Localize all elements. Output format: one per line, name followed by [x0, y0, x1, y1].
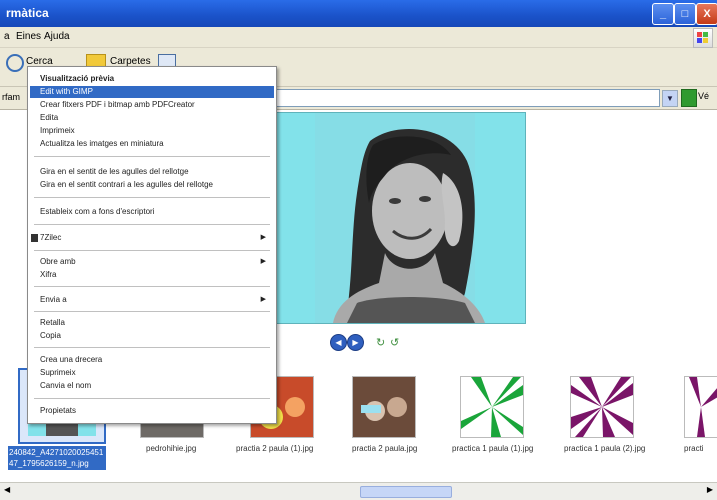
search-icon[interactable]	[6, 54, 24, 72]
thumbnail-caption[interactable]: practia 2 paula.jpg	[352, 444, 417, 453]
thumbnail-caption[interactable]: practica 1 paula (2).jpg	[564, 444, 645, 453]
menu-bar: a Eines Ajuda	[0, 27, 717, 48]
menu-item-rotate-counterclockwise[interactable]: Gira en el sentit contrari a les agulles…	[30, 179, 274, 191]
image-preview	[274, 112, 526, 324]
menu-separator	[34, 311, 270, 312]
menu-separator	[34, 156, 270, 157]
next-image-button[interactable]: ▶	[347, 334, 364, 351]
menu-separator	[34, 347, 270, 348]
menu-item-open-with-label: Obre amb	[40, 257, 76, 266]
window-title: rmàtica	[6, 6, 49, 20]
thumbnail-caption[interactable]: practia 2 paula (1).jpg	[236, 444, 313, 453]
thumbnail-caption[interactable]: practica 1 paula (1).jpg	[452, 444, 533, 453]
scrollbar-thumb[interactable]	[360, 486, 452, 498]
menu-item-edit[interactable]: Edita	[30, 112, 274, 124]
thumbnail-caption[interactable]: 240842_A4271020025451 47_1795626159_n.jp…	[8, 446, 106, 470]
menu-item-edit-with-gimp[interactable]: Edit with GIMP	[30, 86, 274, 98]
go-button[interactable]: Vé	[698, 91, 709, 101]
address-dropdown-icon[interactable]: ▼	[662, 90, 678, 107]
rotate-counterclockwise-icon[interactable]: ↺	[390, 336, 399, 349]
menu-item-rotate-clockwise[interactable]: Gira en el sentit de les agulles del rel…	[30, 166, 274, 178]
menu-item-cut[interactable]: Retalla	[30, 317, 274, 329]
address-input[interactable]	[274, 89, 660, 107]
menu-item-delete[interactable]: Suprimeix	[30, 367, 274, 379]
submenu-arrow-icon: ▶	[260, 258, 266, 265]
thumbnail[interactable]	[460, 376, 524, 438]
menu-item-send-to[interactable]: Envia a ▶	[30, 294, 274, 306]
7zip-icon	[31, 234, 38, 242]
menu-item-rename[interactable]: Canvia el nom	[30, 380, 274, 392]
menu-item-refresh-thumbnail[interactable]: Actualitza les imatges en miniatura	[30, 138, 274, 150]
menu-item-send-to-label: Envia a	[40, 295, 67, 304]
menu-separator	[34, 398, 270, 399]
thumbnail[interactable]	[570, 376, 634, 438]
scroll-left-icon[interactable]: ◀	[4, 485, 10, 494]
menu-separator	[34, 197, 270, 198]
address-label: rfam	[2, 92, 20, 102]
maximize-button[interactable]: □	[674, 3, 696, 25]
menu-item-open-with[interactable]: Obre amb ▶	[30, 256, 274, 268]
menu-item-copy[interactable]: Copia	[30, 330, 274, 342]
menu-item-properties[interactable]: Propietats	[30, 405, 274, 417]
previous-image-button[interactable]: ◀	[330, 334, 347, 351]
menu-item[interactable]: a	[4, 31, 10, 42]
thumbnail-caption[interactable]: practi	[684, 444, 704, 453]
menu-item-preview[interactable]: Visualització prèvia	[30, 73, 274, 85]
close-button[interactable]: X	[696, 3, 717, 25]
rotate-clockwise-icon[interactable]: ↻	[376, 336, 385, 349]
menu-item-print[interactable]: Imprimeix	[30, 125, 274, 137]
thumbnail[interactable]	[684, 376, 717, 438]
menu-separator	[34, 250, 270, 251]
context-menu: Visualització prèvia Edit with GIMP Crea…	[27, 66, 277, 424]
menu-item-create-shortcut[interactable]: Crea una drecera	[30, 354, 274, 366]
menu-item-7zip[interactable]: 7Zilec ▶	[30, 232, 274, 244]
scroll-right-icon[interactable]: ▶	[707, 485, 713, 494]
menu-item-set-wallpaper[interactable]: Estableix com a fons d'escriptori	[30, 206, 274, 218]
menu-tools[interactable]: Eines	[16, 31, 41, 42]
go-arrow-icon[interactable]	[681, 89, 697, 107]
menu-separator	[34, 286, 270, 287]
windows-logo-icon	[693, 28, 713, 48]
submenu-arrow-icon: ▶	[260, 296, 266, 303]
menu-help[interactable]: Ajuda	[44, 31, 70, 42]
menu-item-pdfcreator[interactable]: Crear fitxers PDF i bitmap amb PDFCreato…	[30, 99, 274, 111]
portrait-photo	[315, 113, 485, 323]
thumbnail-caption[interactable]: pedrohihie.jpg	[146, 444, 196, 453]
horizontal-scrollbar[interactable]: ◀ ▶	[0, 482, 717, 500]
menu-item-encrypt[interactable]: Xifra	[30, 269, 274, 281]
minimize-button[interactable]: _	[652, 3, 674, 25]
submenu-arrow-icon: ▶	[260, 234, 266, 241]
menu-separator	[34, 224, 270, 225]
thumbnail[interactable]	[352, 376, 416, 438]
title-bar: rmàtica _ □ X	[0, 0, 717, 27]
menu-item-7zip-label: 7Zilec	[40, 233, 62, 242]
